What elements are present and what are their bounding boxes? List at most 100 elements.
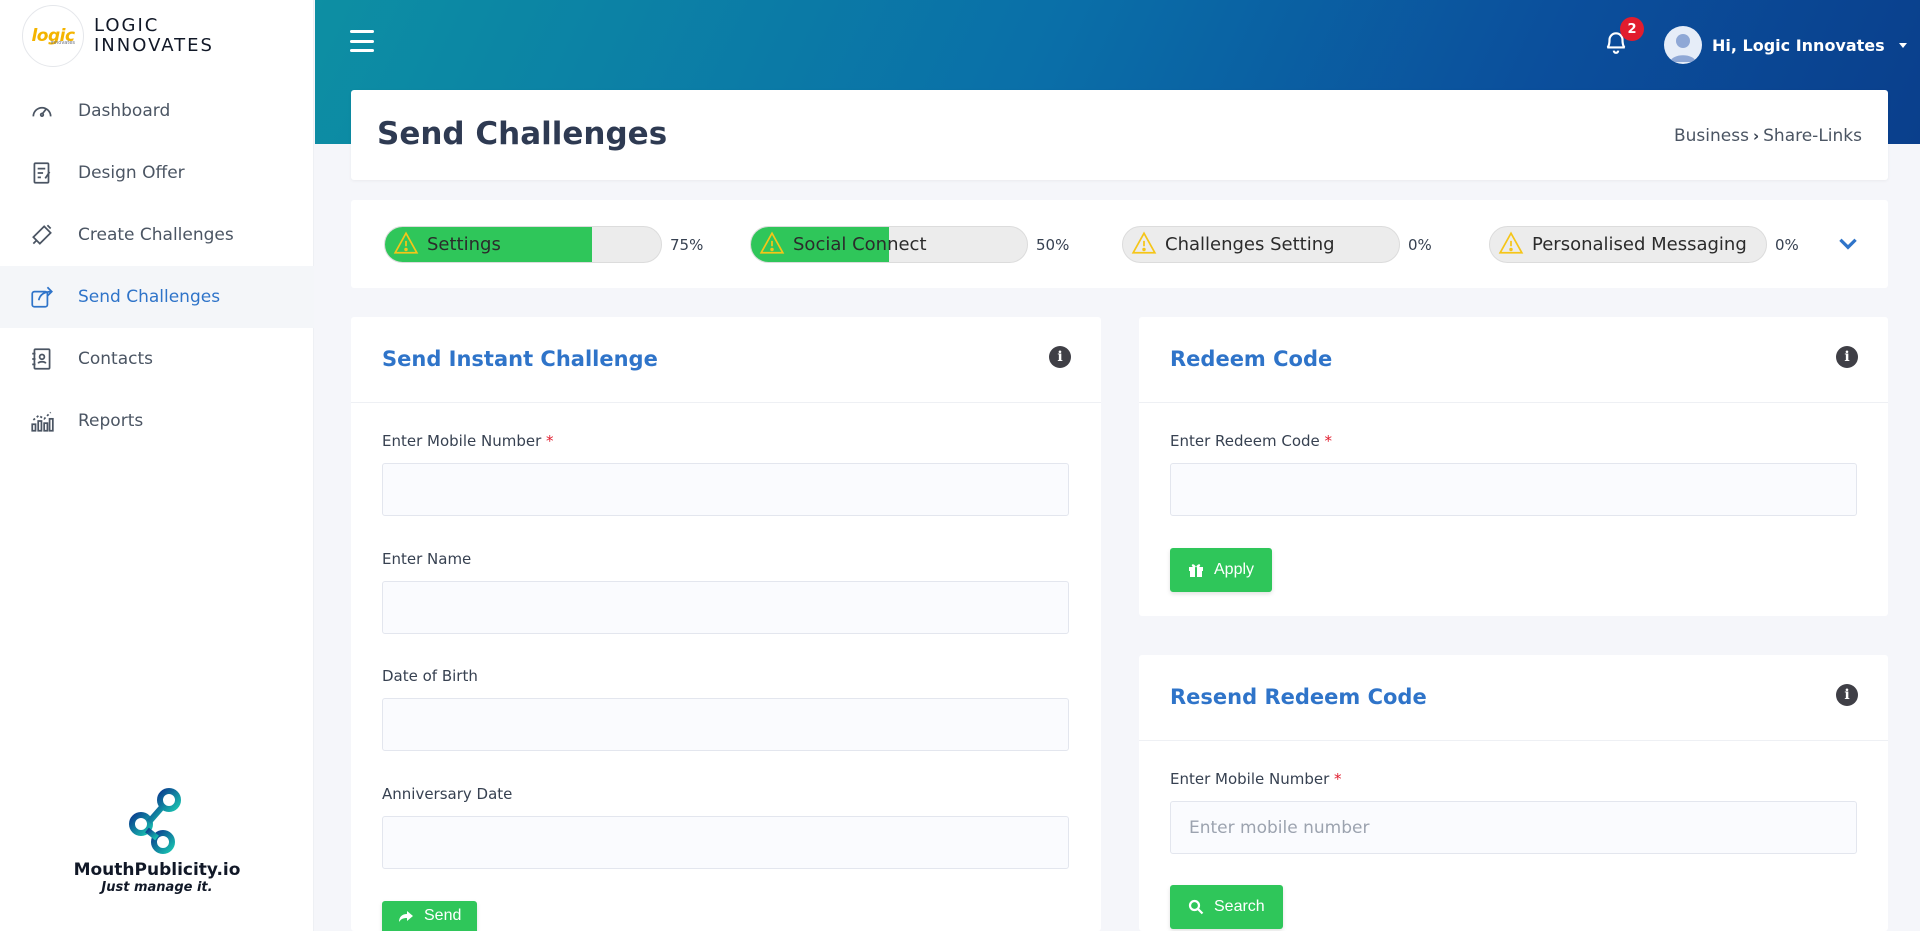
name-input[interactable] [382, 581, 1069, 634]
brand-logo-sub: innovates [50, 40, 75, 46]
resend-mobile-label: Enter Mobile Number * [1170, 770, 1342, 788]
required-mark: * [546, 432, 554, 450]
info-icon[interactable]: i [1049, 346, 1071, 368]
breadcrumb: Business › Share-Links [1674, 126, 1862, 146]
sidebar-item-label: Send Challenges [78, 287, 221, 307]
sidebar-item-label: Design Offer [78, 163, 185, 183]
setup-progress-card: Settings 75% Social Connect 50% Challeng… [351, 200, 1888, 288]
avatar [1664, 26, 1702, 64]
bar-chart-icon [28, 407, 56, 435]
search-button[interactable]: Search [1170, 885, 1283, 929]
anniversary-input[interactable] [382, 816, 1069, 869]
progress-challenges-setting: Challenges Setting 0% [1122, 226, 1432, 263]
info-icon[interactable]: i [1836, 346, 1858, 368]
resend-mobile-label-text: Enter Mobile Number [1170, 770, 1330, 788]
breadcrumb-item-business[interactable]: Business [1674, 126, 1749, 146]
warning-icon [759, 230, 785, 260]
progress-label: Settings [427, 234, 501, 255]
progress-percent: 0% [1408, 235, 1432, 254]
caret-down-icon [1898, 42, 1907, 48]
mobile-number-label-text: Enter Mobile Number [382, 432, 542, 450]
progress-percent: 0% [1775, 235, 1799, 254]
brand-logo: logic innovates [22, 5, 84, 67]
mobile-number-label: Enter Mobile Number * [382, 432, 554, 450]
warning-icon [1131, 230, 1157, 260]
sidebar-item-label: Contacts [78, 349, 153, 369]
progress-pill-social-connect[interactable]: Social Connect [750, 226, 1028, 263]
gift-icon [1189, 564, 1203, 577]
user-menu[interactable]: Hi, Logic Innovates [1664, 26, 1907, 64]
chevron-right-icon: › [1752, 127, 1760, 145]
search-button-label: Search [1214, 898, 1265, 915]
mouthpublicity-tagline: Just manage it. [101, 880, 213, 895]
sidebar-item-label: Create Challenges [78, 225, 234, 245]
progress-label: Personalised Messaging [1532, 234, 1747, 255]
sidebar-item-label: Reports [78, 411, 144, 431]
resend-mobile-input[interactable] [1170, 801, 1857, 854]
anniversary-label: Anniversary Date [382, 785, 513, 803]
gauge-icon [28, 97, 56, 125]
breadcrumb-item-share-links: Share-Links [1763, 126, 1862, 146]
redeem-code-input[interactable] [1170, 463, 1857, 516]
redeem-code-card: Redeem Code i Enter Redeem Code * Apply [1139, 317, 1888, 616]
contact-book-icon [28, 345, 56, 373]
sidebar-item-reports[interactable]: Reports [0, 390, 314, 452]
sidebar-item-send-challenges[interactable]: Send Challenges [0, 266, 314, 328]
required-mark: * [1334, 770, 1342, 788]
card-header: Send Instant Challenge i [351, 317, 1101, 403]
sidebar-item-create-challenges[interactable]: Create Challenges [0, 204, 314, 266]
send-instant-challenge-card: Send Instant Challenge i Enter Mobile Nu… [351, 317, 1101, 931]
card-title: Redeem Code [1170, 347, 1333, 371]
progress-pill-challenges-setting[interactable]: Challenges Setting [1122, 226, 1400, 263]
sidebar-nav: Dashboard Design Offer Create Challenges… [0, 80, 314, 452]
progress-percent: 50% [1036, 235, 1070, 254]
share-arrow-icon [399, 911, 413, 922]
mobile-number-input[interactable] [382, 463, 1069, 516]
search-icon [1188, 899, 1204, 915]
resend-redeem-code-card: Resend Redeem Code i Enter Mobile Number… [1139, 655, 1888, 931]
sidebar: logic innovates LOGIC INNOVATES Dashboar… [0, 0, 314, 931]
brand-name: LOGIC INNOVATES [94, 16, 214, 56]
page-title: Send Challenges [377, 116, 668, 152]
apply-button-label: Apply [1214, 561, 1255, 578]
user-greeting: Hi, Logic Innovates [1712, 35, 1885, 55]
progress-label: Social Connect [793, 234, 927, 255]
send-button[interactable]: Send [382, 901, 478, 931]
dob-input[interactable] [382, 698, 1069, 751]
card-title: Resend Redeem Code [1170, 685, 1427, 709]
dob-label: Date of Birth [382, 667, 478, 685]
progress-social-connect: Social Connect 50% [750, 226, 1069, 263]
info-icon[interactable]: i [1836, 684, 1858, 706]
megaphone-icon [28, 221, 56, 249]
card-title: Send Instant Challenge [382, 347, 658, 371]
required-mark: * [1324, 432, 1333, 450]
progress-pill-settings[interactable]: Settings [384, 226, 662, 263]
share-icon [28, 283, 56, 311]
progress-label: Challenges Setting [1165, 234, 1335, 255]
chevron-down-icon[interactable] [1835, 230, 1861, 256]
redeem-code-label: Enter Redeem Code * [1170, 432, 1332, 450]
brand-name-line1: LOGIC [94, 15, 160, 36]
progress-percent: 75% [670, 235, 704, 254]
card-header: Redeem Code i [1139, 317, 1888, 403]
page-title-card: Send Challenges Business › Share-Links [351, 90, 1888, 180]
progress-settings: Settings 75% [384, 226, 703, 263]
card-header: Resend Redeem Code i [1139, 655, 1888, 741]
mouthpublicity-logo[interactable]: MouthPublicity.io Just manage it. [0, 786, 314, 895]
progress-pill-personalised-messaging[interactable]: Personalised Messaging [1489, 226, 1767, 263]
sidebar-item-contacts[interactable]: Contacts [0, 328, 314, 390]
apply-button[interactable]: Apply [1170, 548, 1273, 592]
sidebar-item-label: Dashboard [78, 101, 171, 121]
sidebar-item-dashboard[interactable]: Dashboard [0, 80, 314, 142]
progress-personalised-messaging: Personalised Messaging 0% [1489, 226, 1799, 263]
mouthpublicity-icon [129, 788, 181, 854]
menu-toggle-icon[interactable] [350, 30, 374, 52]
brand[interactable]: logic innovates LOGIC INNOVATES [22, 5, 214, 67]
notification-badge: 2 [1620, 17, 1644, 41]
mouthpublicity-name: MouthPublicity.io [73, 860, 241, 880]
design-icon [28, 159, 56, 187]
warning-icon [393, 230, 419, 260]
send-button-label: Send [424, 907, 462, 924]
sidebar-item-design-offer[interactable]: Design Offer [0, 142, 314, 204]
warning-icon [1498, 230, 1524, 260]
